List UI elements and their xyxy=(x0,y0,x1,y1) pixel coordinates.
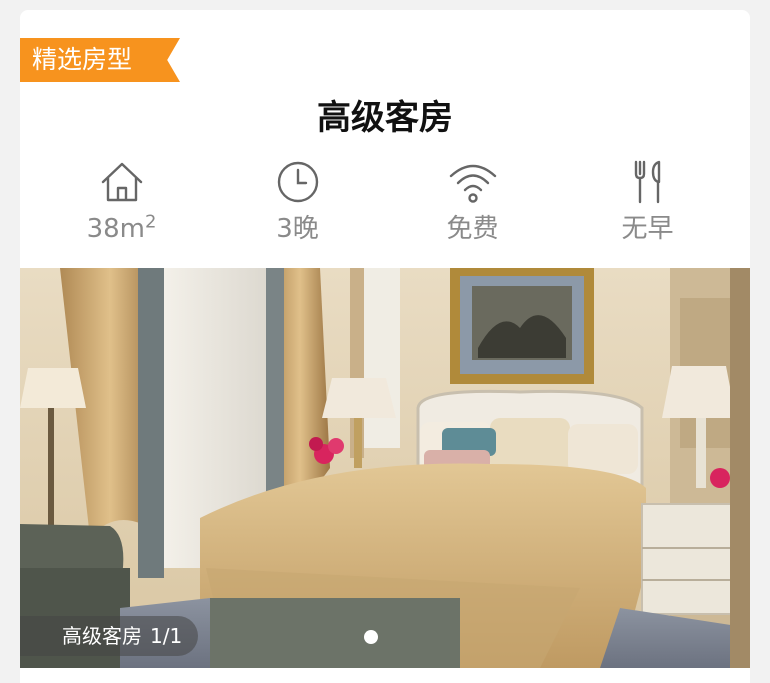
feature-area: 38m2 xyxy=(34,158,209,246)
room-photo xyxy=(20,268,750,668)
room-features: 38m2 3晚 免费 无早 xyxy=(20,158,750,254)
clock-icon xyxy=(277,161,318,203)
carousel-indicator-dot[interactable] xyxy=(364,630,378,644)
room-card: 精选房型 高级客房 38m2 3晚 免费 无早 高级客房 1/1 xyxy=(20,10,750,683)
feature-area-label: 38m2 xyxy=(86,211,157,244)
photo-caption-title: 高级客房 xyxy=(62,624,142,648)
feature-wifi: 免费 xyxy=(385,158,560,246)
house-icon xyxy=(101,162,142,202)
feature-nights-label: 3晚 xyxy=(276,214,319,244)
feature-breakfast-label: 无早 xyxy=(621,214,674,244)
room-photo-carousel[interactable]: 高级客房 1/1 xyxy=(20,268,750,668)
fork-knife-icon xyxy=(634,160,660,204)
feature-nights: 3晚 xyxy=(210,158,385,246)
feature-breakfast: 无早 xyxy=(560,158,735,246)
feature-wifi-label: 免费 xyxy=(446,214,499,244)
room-title: 高级客房 xyxy=(317,98,453,138)
featured-room-badge: 精选房型 xyxy=(20,38,180,82)
photo-counter: 1/1 xyxy=(150,624,183,648)
photo-caption: 高级客房 1/1 xyxy=(20,616,199,656)
wifi-icon xyxy=(449,164,496,203)
